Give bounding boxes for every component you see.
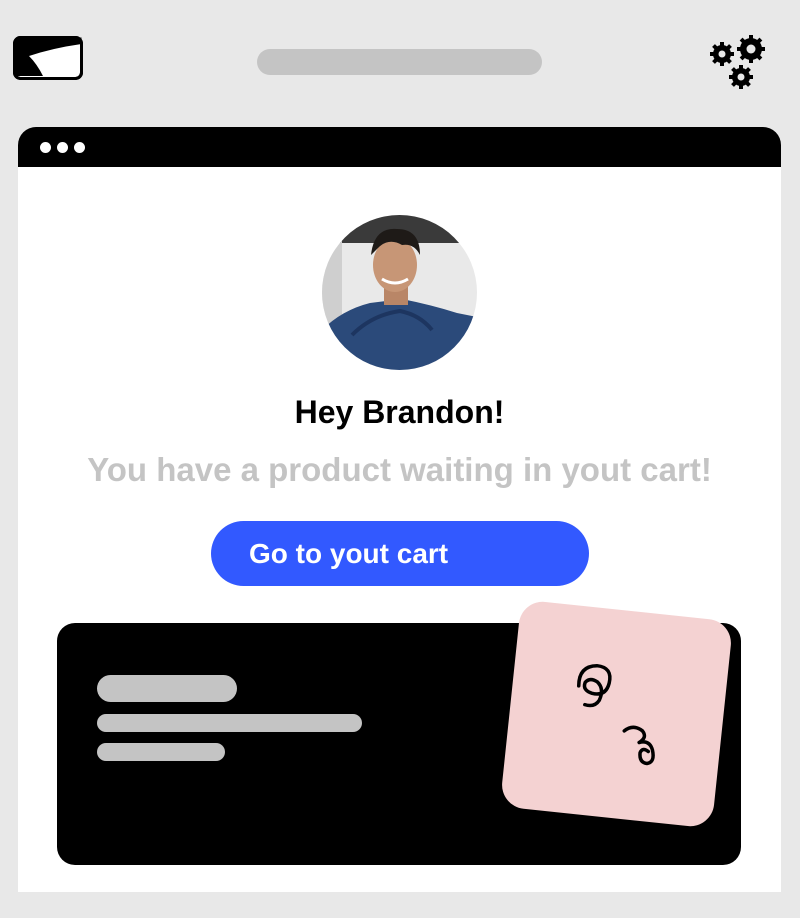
window-control-dot[interactable] bbox=[57, 142, 68, 153]
avatar bbox=[322, 215, 477, 370]
mail-icon[interactable] bbox=[13, 36, 83, 80]
cart-reminder-text: You have a product waiting in yout cart! bbox=[87, 451, 712, 488]
scribble-icon bbox=[576, 663, 655, 766]
sticky-note bbox=[499, 599, 734, 829]
browser-title-bar bbox=[18, 127, 781, 167]
window-control-dot[interactable] bbox=[74, 142, 85, 153]
browser-window: Hey Brandon! You have a product waiting … bbox=[18, 127, 781, 892]
card-text-placeholder bbox=[97, 743, 225, 761]
top-bar bbox=[0, 0, 800, 120]
card-title-placeholder bbox=[97, 675, 237, 702]
go-to-cart-button[interactable]: Go to yout cart bbox=[211, 521, 589, 586]
gears-icon[interactable] bbox=[708, 34, 770, 92]
card-text-placeholder bbox=[97, 714, 362, 732]
window-control-dot[interactable] bbox=[40, 142, 51, 153]
search-bar-placeholder[interactable] bbox=[257, 49, 542, 75]
greeting-heading: Hey Brandon! bbox=[294, 394, 505, 430]
